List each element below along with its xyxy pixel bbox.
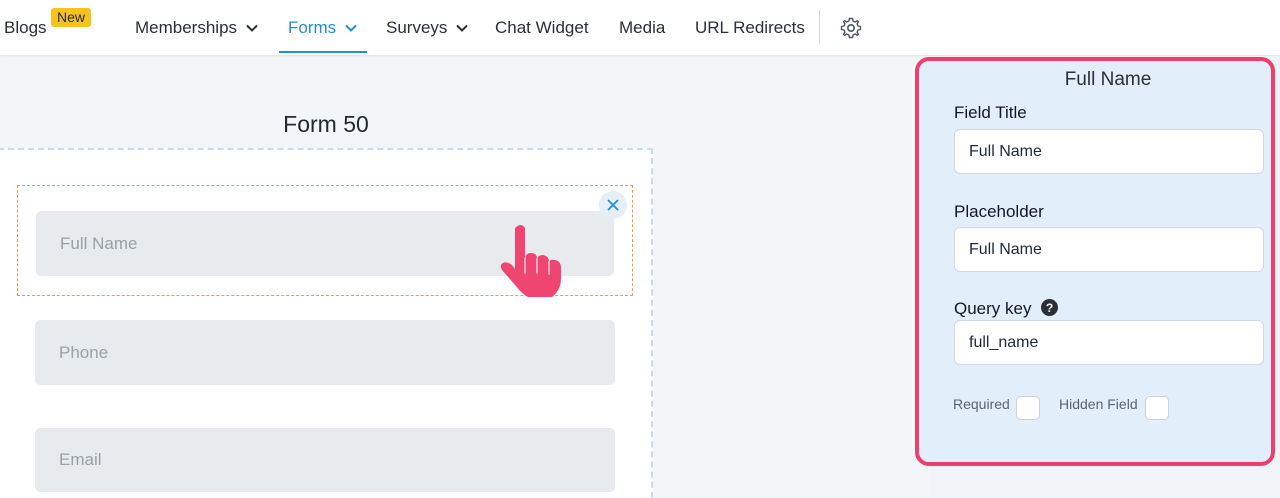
field-placeholder: Full Name: [60, 233, 138, 253]
question-circle-icon[interactable]: ?: [1041, 299, 1058, 316]
nav-item-blogs[interactable]: Blogs: [4, 0, 47, 56]
close-icon: [606, 198, 620, 212]
hidden-field-label: Hidden Field: [1059, 396, 1138, 412]
chevron-down-icon: [245, 21, 259, 35]
chevron-down-icon: [344, 21, 358, 35]
panel-title: Full Name: [1064, 69, 1152, 90]
form-title: Form 50: [283, 111, 369, 137]
nav-item-label: Chat Widget: [495, 18, 589, 37]
pointer-hand-icon: [488, 218, 572, 302]
nav-item-surveys[interactable]: Surveys: [386, 0, 469, 56]
field-title-input[interactable]: [954, 129, 1264, 174]
top-nav: Blogs New Memberships Forms Surveys Chat…: [0, 0, 1280, 56]
nav-item-url-redirects[interactable]: URL Redirects: [695, 0, 805, 56]
remove-field-button[interactable]: [599, 191, 627, 219]
new-badge: New: [51, 8, 92, 27]
nav-item-label: Media: [619, 18, 666, 37]
nav-item-label: URL Redirects: [695, 18, 805, 37]
field-placeholder: Email: [59, 450, 102, 469]
nav-item-forms[interactable]: Forms: [278, 0, 368, 56]
chevron-down-icon: [455, 21, 469, 35]
hidden-field-checkbox[interactable]: [1145, 396, 1169, 420]
query-key-input[interactable]: [954, 320, 1264, 365]
placeholder-label: Placeholder: [954, 202, 1044, 221]
query-key-label: Query key: [954, 299, 1032, 318]
form-field-email[interactable]: Email: [35, 428, 615, 492]
nav-item-label: Surveys: [386, 18, 448, 37]
nav-item-label: Blogs: [4, 18, 47, 37]
nav-item-memberships[interactable]: Memberships: [135, 0, 259, 56]
field-title-label: Field Title: [954, 103, 1027, 122]
required-checkbox[interactable]: [1016, 396, 1040, 420]
nav-item-label: Forms: [288, 18, 337, 37]
required-label: Required: [953, 396, 1010, 412]
field-placeholder: Phone: [59, 342, 109, 362]
nav-item-media[interactable]: Media: [619, 0, 665, 56]
form-field-phone[interactable]: Phone: [35, 320, 615, 385]
nav-divider: [819, 10, 820, 44]
placeholder-input[interactable]: [954, 227, 1264, 272]
gear-icon[interactable]: [839, 16, 863, 40]
nav-item-label: Memberships: [135, 18, 238, 37]
nav-item-chat-widget[interactable]: Chat Widget: [495, 0, 589, 56]
